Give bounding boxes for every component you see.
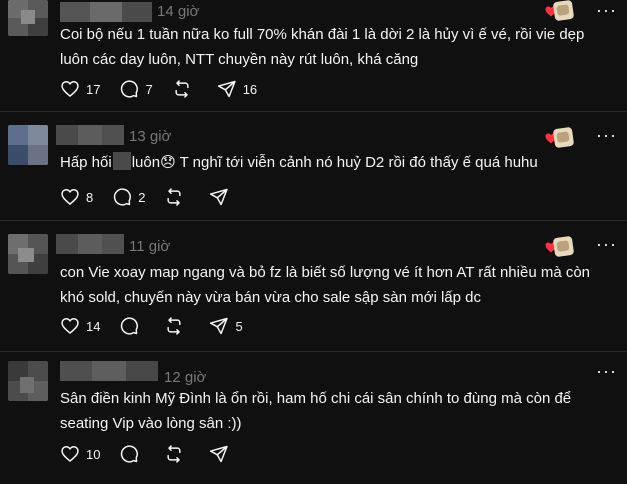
like-button[interactable]: 17 <box>60 79 100 99</box>
share-count: 16 <box>242 81 258 97</box>
action-bar: 14 5 <box>60 314 262 338</box>
share-button[interactable] <box>209 444 235 464</box>
heart-outline-icon <box>61 318 79 334</box>
username-blurred[interactable] <box>56 125 124 145</box>
reply-text-part: luôn😞 T nghĩ tới viễn cảnh nó huỷ D2 rồi… <box>131 154 538 171</box>
reaction-badge[interactable] <box>545 126 579 149</box>
heart-outline-icon <box>61 446 79 462</box>
like-button[interactable]: 8 <box>60 187 93 207</box>
like-count: 17 <box>86 81 101 97</box>
avatar[interactable] <box>8 361 48 401</box>
avatar[interactable] <box>8 234 48 274</box>
thread-reply: 14 giờ ··· Coi bộ nếu 1 tuần nữa ko full… <box>0 0 627 112</box>
avatar[interactable] <box>8 125 48 165</box>
emoji-reaction-icon <box>552 126 575 149</box>
reply-text-line: con Vie xoay map ngang và bỏ fz là biết … <box>60 264 591 281</box>
reply-text-part: Hấp hối <box>60 154 112 171</box>
comment-count: 2 <box>138 189 146 205</box>
repost-button[interactable] <box>172 79 198 99</box>
more-options-icon[interactable]: ··· <box>596 234 617 255</box>
username-blurred[interactable] <box>56 234 124 254</box>
share-button[interactable] <box>209 187 235 207</box>
thread-reply: 11 giờ ··· con Vie xoay map ngang và bỏ … <box>0 221 627 351</box>
speech-bubble-icon <box>121 80 139 98</box>
emoji-reaction-icon <box>552 0 575 22</box>
repost-arrows-icon <box>175 80 189 98</box>
repost-arrows-icon <box>167 317 182 335</box>
like-count: 14 <box>86 318 101 334</box>
reply-text: Sân điền kinh Mỹ Đình là ổn rồi, ham hố … <box>60 386 620 436</box>
username-blurred[interactable] <box>60 361 158 381</box>
timestamp: 12 giờ <box>164 369 207 386</box>
reply-text: Coi bộ nếu 1 tuần nữa ko full 70% khán đ… <box>60 22 620 72</box>
repost-arrows-icon <box>167 188 182 206</box>
username-blurred[interactable] <box>60 2 152 22</box>
timestamp: 11 giờ <box>129 238 171 255</box>
like-button[interactable]: 10 <box>60 444 100 464</box>
paper-plane-icon <box>217 80 236 98</box>
action-bar: 10 <box>60 442 254 466</box>
comment-button[interactable] <box>119 316 145 336</box>
speech-bubble-icon <box>121 317 139 335</box>
reaction-badge[interactable] <box>545 235 579 258</box>
heart-outline-icon <box>61 81 79 97</box>
timestamp: 14 giờ <box>157 3 200 20</box>
more-options-icon[interactable]: ··· <box>596 361 617 382</box>
action-bar: 8 2 <box>60 185 254 209</box>
reply-text-line: Coi bộ nếu 1 tuần nữa ko full 70% khán đ… <box>60 26 585 43</box>
repost-arrows-icon <box>167 445 182 463</box>
speech-bubble-icon <box>121 445 139 463</box>
thread-reply: 12 giờ ··· Sân điền kinh Mỹ Đình là ổn r… <box>0 352 627 484</box>
more-options-icon[interactable]: ··· <box>596 125 617 146</box>
paper-plane-icon <box>210 188 229 206</box>
more-options-icon[interactable]: ··· <box>596 0 617 21</box>
heart-outline-icon <box>61 189 79 205</box>
reply-text: Hấp hối luôn😞 T nghĩ tới viễn cảnh nó huỷ… <box>60 150 620 175</box>
paper-plane-icon <box>210 445 229 463</box>
reply-text-line: khó sold, chuyến này vừa bán vừa cho sal… <box>60 289 481 306</box>
comment-count: 7 <box>145 81 153 97</box>
reply-text-line: luôn các day luôn, NTT chuyền này rút lu… <box>60 51 419 68</box>
share-button[interactable]: 16 <box>217 79 257 99</box>
timestamp: 13 giờ <box>129 128 172 145</box>
like-count: 8 <box>86 189 94 205</box>
share-button[interactable]: 5 <box>209 316 243 336</box>
avatar[interactable] <box>8 0 48 36</box>
thread-reply: 13 giờ ··· Hấp hối luôn😞 T nghĩ tới viễn … <box>0 112 627 220</box>
emoji-reaction-icon <box>552 235 575 258</box>
paper-plane-icon <box>210 317 229 335</box>
action-bar: 17 7 16 <box>60 77 276 101</box>
repost-button[interactable] <box>164 444 190 464</box>
reaction-badge[interactable] <box>545 0 579 22</box>
like-count: 10 <box>86 446 101 462</box>
reply-text: con Vie xoay map ngang và bỏ fz là biết … <box>60 260 620 310</box>
repost-button[interactable] <box>164 316 190 336</box>
speech-bubble-icon <box>114 188 132 206</box>
comment-button[interactable]: 2 <box>112 187 145 207</box>
comment-button[interactable]: 7 <box>119 79 153 99</box>
repost-button[interactable] <box>164 187 190 207</box>
censored-word-block <box>112 152 131 170</box>
share-count: 5 <box>235 318 243 334</box>
comment-button[interactable] <box>119 444 145 464</box>
reply-text-line: Sân điền kinh Mỹ Đình là ổn rồi, ham hố … <box>60 390 572 407</box>
like-button[interactable]: 14 <box>60 316 100 336</box>
reply-text-line: seating Vip vào lòng sân :)) <box>60 415 242 432</box>
